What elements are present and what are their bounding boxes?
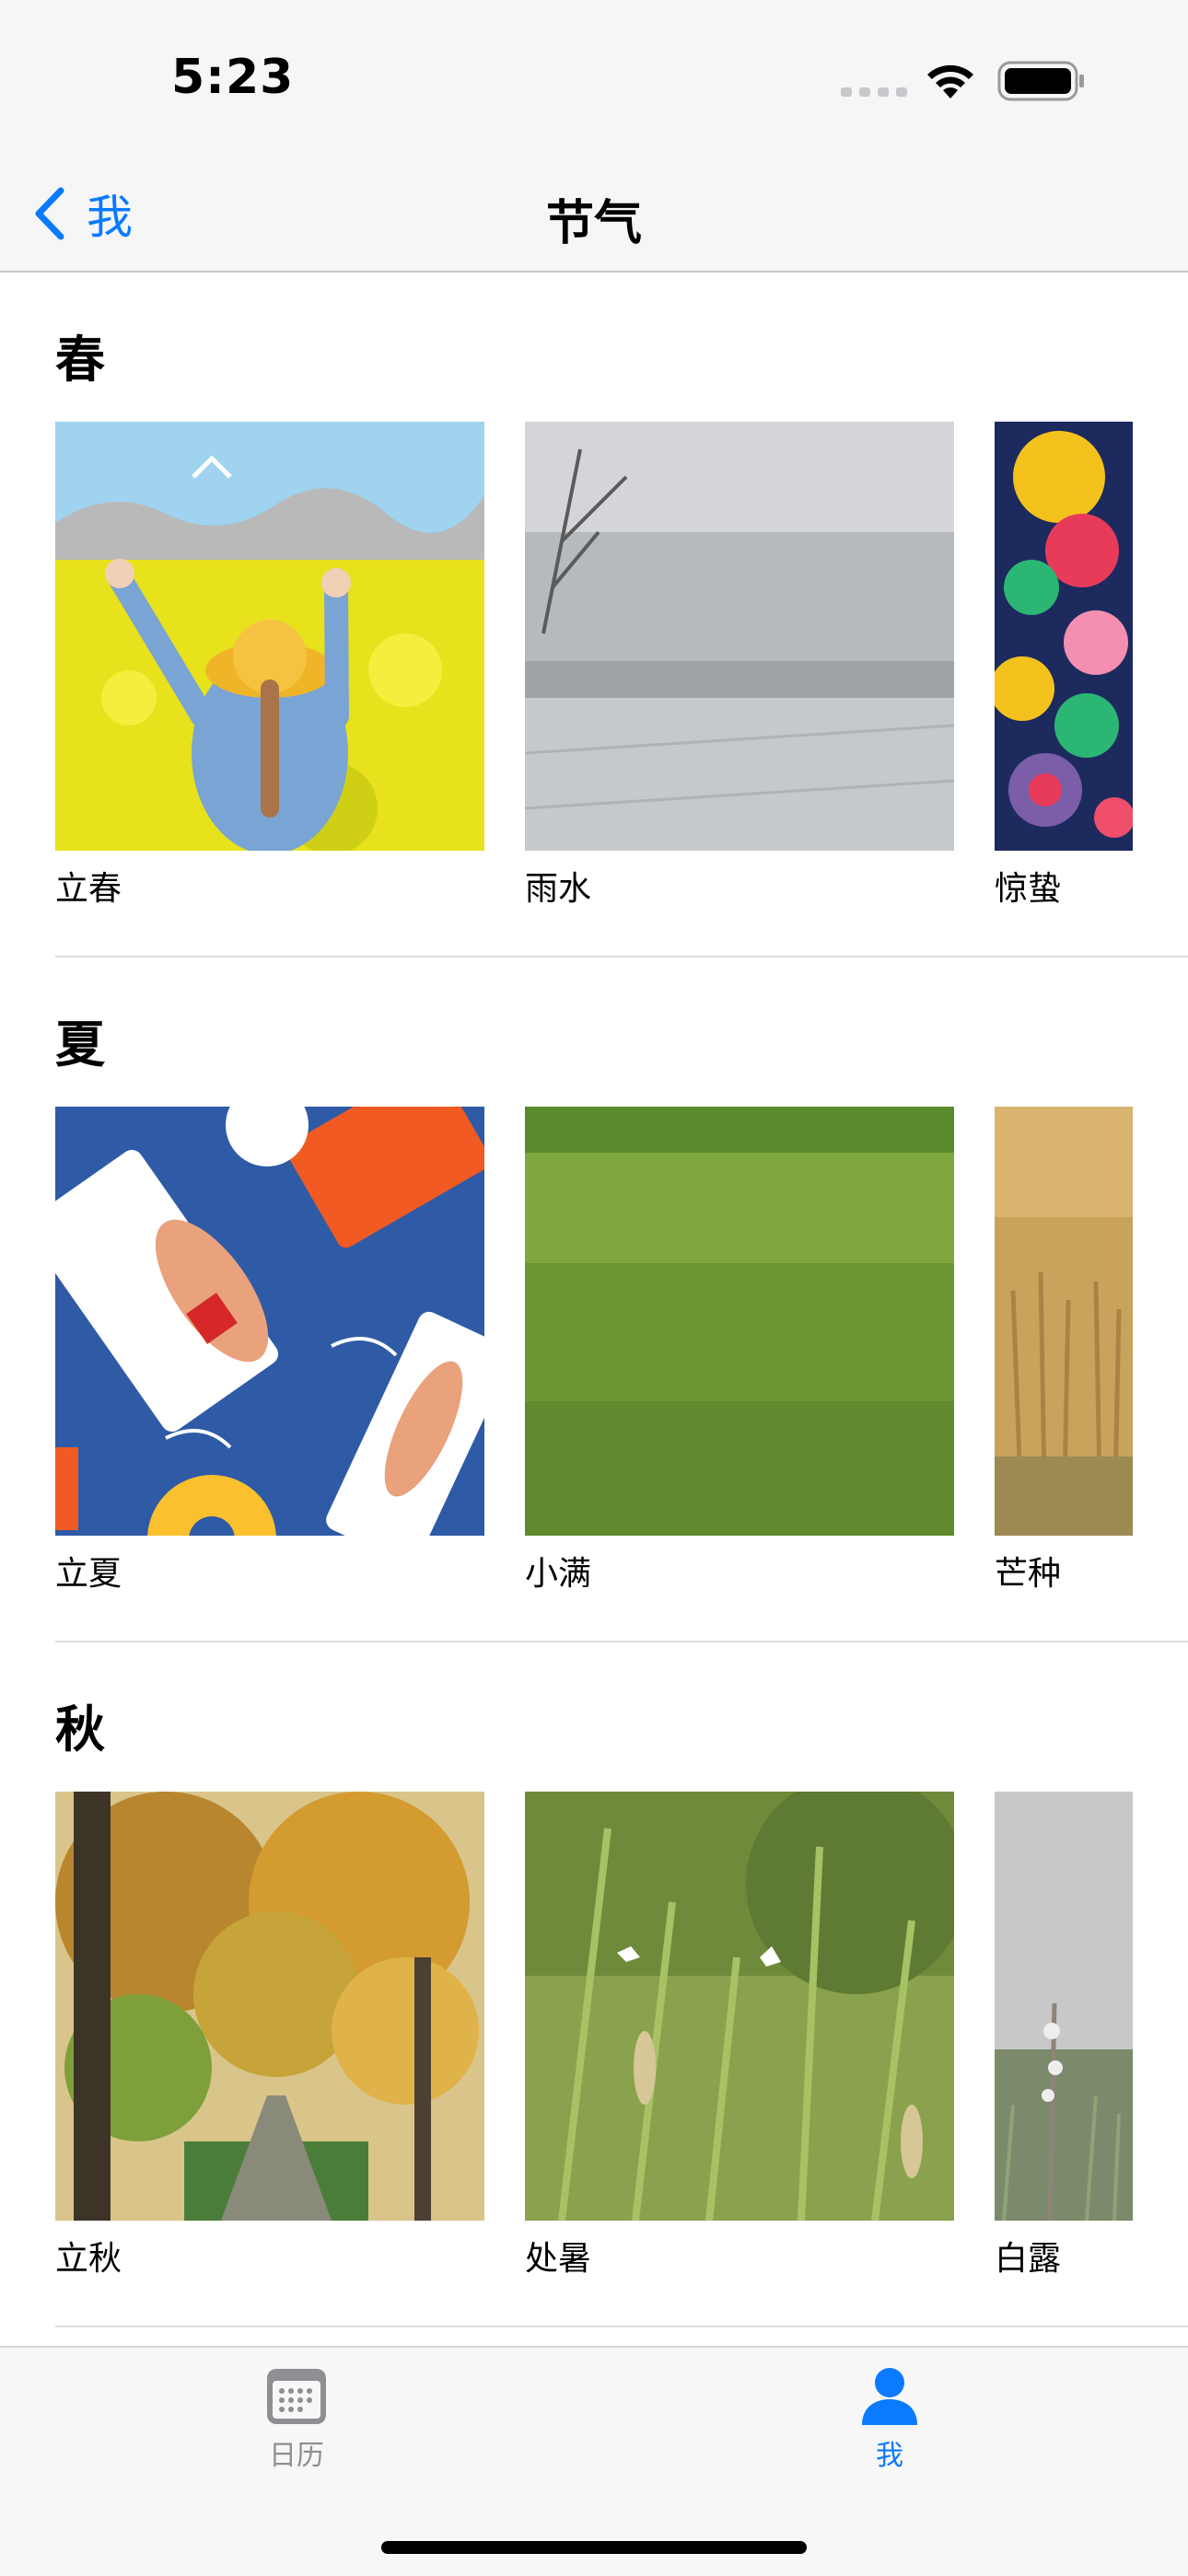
solar-term-label: 白露 xyxy=(995,2240,1062,2278)
green-wheat-field-photo xyxy=(525,1107,954,1536)
colorful-flower-insect-illustration xyxy=(995,422,1133,851)
people-on-pool-floats-illustration xyxy=(55,1107,484,1536)
calendar-icon xyxy=(267,2369,326,2424)
cellular-signal-icon xyxy=(841,87,907,97)
season-section-autumn: 秋 立秋 处暑 白露 xyxy=(0,1642,1188,2327)
status-time: 5:23 xyxy=(171,50,295,105)
solar-term-label: 立夏 xyxy=(55,1555,122,1593)
girl-in-rapeseed-field-illustration xyxy=(55,422,484,851)
solar-term-label: 芒种 xyxy=(995,1555,1062,1593)
grass-with-butterflies-photo xyxy=(525,1792,954,2221)
battery-icon xyxy=(997,61,1084,101)
section-title: 秋 xyxy=(55,1700,105,1758)
solar-term-label: 小满 xyxy=(525,1555,592,1593)
solar-term-label: 处暑 xyxy=(525,2240,592,2278)
season-section-spring: 春 立春 雨水 惊蛰 xyxy=(0,273,1188,957)
misty-snowy-field-photo xyxy=(525,422,954,851)
page-title: 节气 xyxy=(545,196,642,251)
tab-me[interactable]: 我 xyxy=(798,2366,982,2486)
wifi-icon xyxy=(927,64,973,99)
tab-calendar[interactable]: 日历 xyxy=(204,2366,389,2486)
section-title: 春 xyxy=(55,331,105,389)
navigation-bar: 我 节气 xyxy=(0,157,1188,273)
tab-calendar-label: 日历 xyxy=(269,2440,324,2472)
status-bar: 5:23 xyxy=(0,0,1188,157)
solar-terms-list[interactable]: 春 立春 雨水 惊蛰 夏 立夏 小满 芒种 秋 立秋 处暑 白露 xyxy=(0,273,1188,2346)
autumn-tree-lined-road-photo xyxy=(55,1792,484,2221)
tab-me-label: 我 xyxy=(876,2440,903,2472)
section-title: 夏 xyxy=(55,1015,105,1073)
solar-term-label: 雨水 xyxy=(525,870,592,908)
home-indicator xyxy=(381,2541,807,2554)
solar-term-label: 立秋 xyxy=(55,2240,122,2278)
dew-on-grass-photo xyxy=(995,1792,1133,2221)
solar-term-label: 惊蛰 xyxy=(995,870,1062,908)
season-section-summer: 夏 立夏 小满 芒种 xyxy=(0,957,1188,1642)
golden-wheat-stubble-photo xyxy=(995,1107,1133,1536)
person-icon xyxy=(862,2368,917,2425)
solar-term-label: 立春 xyxy=(55,870,122,908)
section-divider xyxy=(55,2326,1188,2327)
